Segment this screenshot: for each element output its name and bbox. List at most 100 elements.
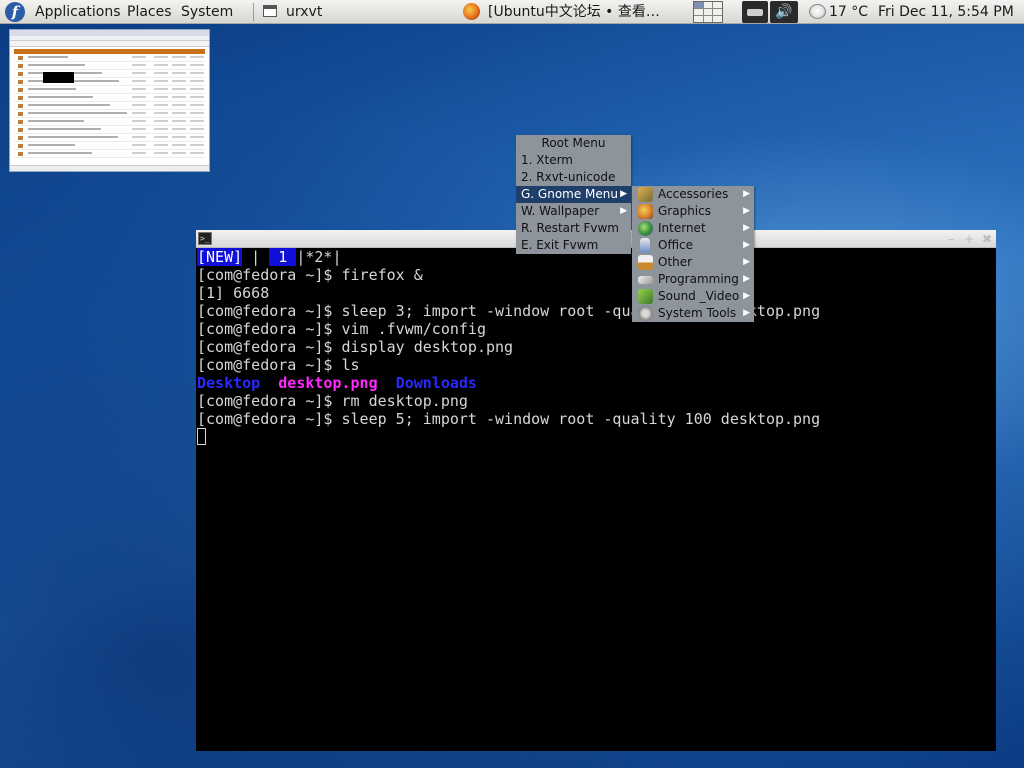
preview-table-row (14, 150, 205, 158)
system-menu[interactable]: System (181, 0, 233, 24)
maximize-icon[interactable]: + (962, 232, 976, 246)
workspace-cell[interactable] (694, 9, 703, 15)
topic-icon (18, 144, 23, 148)
menu-item-sound-video[interactable]: Sound _Video ▶ (632, 288, 754, 305)
menu-item-label: Internet (658, 221, 706, 235)
terminal-line: [1] 6668 (197, 284, 270, 302)
topic-icon (18, 88, 23, 92)
menu-item-office[interactable]: Office ▶ (632, 237, 754, 254)
workspace-cell[interactable] (713, 16, 722, 22)
tab-1[interactable]: 1 (269, 248, 297, 266)
preview-table-row (14, 54, 205, 62)
topic-title-line (28, 120, 84, 122)
topic-title-line (28, 152, 92, 154)
terminal-line: [com@fedora ~]$ rm desktop.png (197, 392, 468, 410)
menu-item-exit-fvwm[interactable]: E. Exit Fvwm (516, 237, 631, 254)
menu-item-programming[interactable]: Programming ▶ (632, 271, 754, 288)
preview-table-body (10, 54, 209, 158)
weather-temperature[interactable]: 17 °C (829, 0, 868, 24)
terminal-line: [com@fedora ~]$ sleep 5; import -window … (197, 410, 821, 428)
menu-item-wallpaper[interactable]: W. Wallpaper ▶ (516, 203, 631, 220)
topic-column-line (132, 112, 146, 114)
topic-column-line (154, 112, 168, 114)
workspace-pager[interactable] (693, 1, 723, 23)
applications-menu[interactable]: Applications (35, 0, 121, 24)
menu-item-other[interactable]: Other ▶ (632, 254, 754, 271)
topic-title-line (28, 128, 101, 130)
menu-item-accessories[interactable]: Accessories ▶ (632, 186, 754, 203)
topic-column-line (190, 112, 204, 114)
submenu-arrow-icon: ▶ (620, 206, 627, 216)
topic-column-line (154, 136, 168, 138)
topic-icon (18, 128, 23, 132)
preview-statusbar (10, 165, 209, 171)
tab-new[interactable]: [NEW] (197, 248, 243, 266)
menu-item-label: 2. Rxvt-unicode (521, 170, 616, 184)
topic-column-line (132, 56, 146, 58)
submenu-arrow-icon: ▶ (743, 223, 750, 233)
preview-table-row (14, 134, 205, 142)
menu-item-gnome-menu[interactable]: G. Gnome Menu ▶ (516, 186, 631, 203)
workspace-cell[interactable] (703, 2, 713, 8)
topic-icon (18, 136, 23, 140)
topic-title-line (28, 136, 118, 138)
topic-column-line (132, 88, 146, 90)
weather-icon[interactable] (809, 4, 826, 19)
topic-column-line (172, 152, 186, 154)
menu-item-label: R. Restart Fvwm (521, 221, 619, 235)
workspace-cell[interactable] (713, 9, 722, 15)
menu-item-label: Other (658, 255, 693, 269)
workspace-cell[interactable] (694, 16, 703, 22)
topic-title-line (28, 96, 93, 98)
menu-item-label: W. Wallpaper (521, 204, 600, 218)
submenu-arrow-icon: ▶ (743, 240, 750, 250)
menu-item-xterm[interactable]: 1. Xterm (516, 152, 631, 169)
topic-title-line (28, 88, 76, 90)
topic-icon (18, 56, 23, 60)
menu-item-restart-fvwm[interactable]: R. Restart Fvwm (516, 220, 631, 237)
minimize-icon[interactable]: – (944, 232, 958, 246)
preview-table-row (14, 110, 205, 118)
topic-column-line (172, 88, 186, 90)
workspace-cell[interactable] (703, 16, 713, 22)
preview-table-row (14, 142, 205, 150)
workspace-cell[interactable] (703, 9, 713, 15)
topic-icon (18, 104, 23, 108)
topic-column-line (190, 56, 204, 58)
globe-icon (638, 221, 653, 236)
menu-item-label: System Tools (658, 306, 737, 320)
preview-redacted-box (43, 72, 74, 83)
topic-column-line (190, 72, 204, 74)
clock[interactable]: Fri Dec 11, 5:54 PM (878, 0, 1014, 24)
ls-entry-directory: Downloads (395, 374, 477, 392)
screenshot-preview-window[interactable] (9, 29, 210, 172)
panel-separator (253, 3, 254, 21)
workspace-cell[interactable] (694, 2, 703, 8)
terminal[interactable]: [NEW] | 1 |*2*| [com@fedora ~]$ firefox … (196, 248, 996, 751)
root-menu: Root Menu 1. Xterm 2. Rxvt-unicode G. Gn… (516, 135, 631, 254)
topic-column-line (190, 104, 204, 106)
topic-column-line (190, 64, 204, 66)
fedora-logo-icon[interactable]: f (5, 2, 25, 22)
close-icon[interactable]: ✖ (980, 232, 994, 246)
network-tray-icon[interactable] (742, 1, 768, 23)
tab-separator: | (242, 248, 270, 266)
menu-item-internet[interactable]: Internet ▶ (632, 220, 754, 237)
menu-item-rxvt-unicode[interactable]: 2. Rxvt-unicode (516, 169, 631, 186)
topic-column-line (132, 104, 146, 106)
office-icon (640, 238, 650, 253)
topic-title-line (28, 112, 127, 114)
ls-output-line: Desktop desktop.png Downloads (197, 374, 477, 392)
menu-item-graphics[interactable]: Graphics ▶ (632, 203, 754, 220)
topic-column-line (154, 80, 168, 82)
menu-item-system-tools[interactable]: System Tools ▶ (632, 305, 754, 322)
submenu-arrow-icon: ▶ (743, 291, 750, 301)
menu-item-label: Office (658, 238, 694, 252)
volume-icon[interactable]: 🔊 (770, 1, 798, 23)
topic-title-line (28, 144, 75, 146)
topic-column-line (172, 80, 186, 82)
places-menu[interactable]: Places (127, 0, 172, 24)
terminal-line: [com@fedora ~]$ firefox & (197, 266, 423, 284)
tab-2[interactable]: |*2*| (296, 248, 341, 266)
workspace-cell[interactable] (713, 2, 722, 8)
